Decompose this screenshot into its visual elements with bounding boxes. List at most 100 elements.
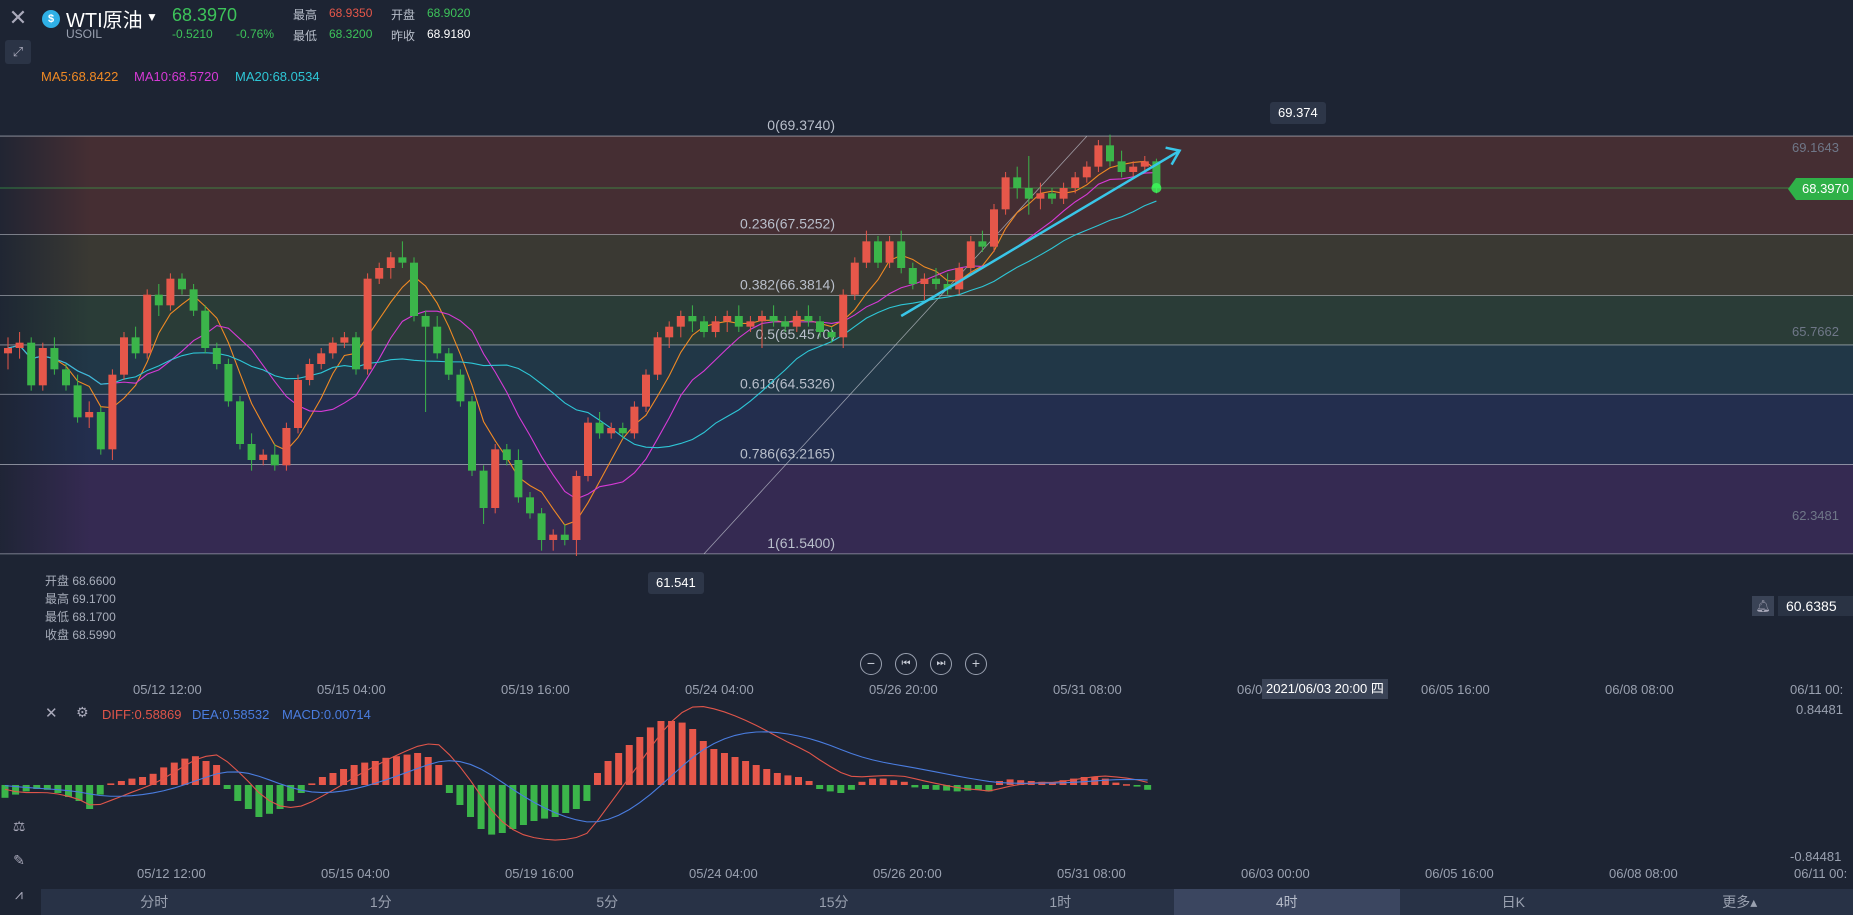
macd-bar [731, 757, 739, 785]
tab-timeframe[interactable]: 5分 [494, 889, 721, 915]
symbol-code: USOIL [66, 27, 103, 41]
step-forward-icon[interactable]: ⏭ [930, 653, 952, 675]
macd-bar [445, 785, 453, 793]
expand-icon[interactable]: ⤢ [5, 40, 31, 64]
candle [827, 332, 836, 338]
macd-bar [1122, 784, 1130, 786]
candle [1129, 166, 1138, 172]
chart-type-icon[interactable]: ⩘ [5, 880, 33, 908]
alert-price[interactable]: 60.6385 [1778, 596, 1853, 616]
symbol-dropdown-caret-icon[interactable]: ▼ [146, 10, 158, 24]
candle [85, 412, 94, 418]
candle [108, 374, 117, 450]
macd-bar [22, 785, 30, 792]
step-back-icon[interactable]: ⏮ [895, 653, 917, 675]
macd-bar [350, 765, 358, 785]
candle [920, 278, 929, 284]
candle [62, 369, 70, 386]
ohlc-high: 最高 69.1700 [45, 592, 116, 606]
candle [247, 444, 256, 460]
candle [630, 406, 639, 434]
tab-timeframe[interactable]: 日K [1400, 889, 1627, 915]
macd-bar [869, 778, 877, 785]
macd-bar [160, 767, 168, 785]
macd-bar [1048, 783, 1056, 785]
macd-bar [964, 785, 972, 791]
price-change: -0.5210 [172, 27, 213, 41]
indicator-icon[interactable]: ⚖ [5, 812, 33, 840]
prev-close-label: 昨收 [391, 29, 416, 43]
candle [305, 364, 314, 380]
candle [758, 316, 766, 322]
candle [166, 278, 175, 306]
pen-icon[interactable]: ✎ [5, 846, 33, 874]
current-price-tag: 68.3970 [1788, 178, 1853, 200]
macd-bar [541, 785, 549, 819]
macd-bar [837, 785, 845, 793]
candle [224, 364, 233, 402]
candle [27, 342, 36, 386]
macd-bar [519, 785, 527, 825]
candle [178, 278, 186, 290]
x-axis-label: 05/24 04:00 [685, 682, 754, 697]
candle [491, 449, 500, 508]
macd-axis-label: -0.84481 [1790, 849, 1842, 864]
settings-icon[interactable]: ⚙ [76, 704, 89, 721]
candle [340, 337, 349, 343]
x-axis-label: 06/08 08:00 [1605, 682, 1674, 697]
price-chart[interactable]: 0(69.3740) 0.236(67.5252) 0.382(66.3814) 0.… [0, 0, 1853, 700]
macd-chart[interactable] [0, 700, 1853, 875]
close-icon[interactable]: ✕ [5, 6, 31, 32]
tab-timeframe[interactable]: 15分 [721, 889, 948, 915]
macd-bar [625, 745, 633, 785]
macd-bar [646, 727, 654, 785]
macd-bar [139, 777, 147, 785]
macd-bar [847, 785, 855, 790]
candle [421, 316, 430, 327]
candle [1140, 161, 1149, 167]
candle [642, 374, 650, 407]
fib-label: 1(61.5400) [767, 535, 835, 551]
candle [1036, 193, 1045, 199]
macd-bar [678, 722, 686, 785]
tab-timeframe[interactable]: 1分 [268, 889, 495, 915]
macd-x-axis-label: 05/19 16:00 [505, 866, 574, 881]
ma20-legend: MA20:68.0534 [235, 69, 320, 84]
low-value: 68.3200 [329, 27, 373, 41]
candle [328, 342, 337, 354]
zoom-out-icon[interactable]: − [860, 653, 882, 675]
candle [317, 353, 326, 364]
tab-timeframe[interactable]: 更多▴ [1627, 889, 1853, 915]
tab-timeframe[interactable]: 1时 [947, 889, 1174, 915]
candle [966, 241, 975, 268]
candle [120, 337, 128, 375]
macd-bar [795, 777, 802, 785]
candle [294, 380, 302, 428]
chart-app: 0(69.3740) 0.236(67.5252) 0.382(66.3814) 0.… [0, 0, 1853, 915]
macd-value-legend: MACD:0.00714 [282, 707, 371, 722]
zoom-in-icon[interactable]: + [965, 653, 987, 675]
macd-x-axis-label: 05/26 20:00 [873, 866, 942, 881]
bell-icon[interactable]: 🔔︎ [1752, 596, 1774, 616]
candle [839, 294, 848, 338]
macd-bar [181, 758, 189, 785]
x-axis-label: 05/31 08:00 [1053, 682, 1122, 697]
candle [653, 337, 662, 375]
candle [189, 289, 198, 311]
macd-bar [921, 785, 929, 789]
tab-timeframe-active[interactable]: 4时 [1173, 889, 1400, 915]
candle [584, 422, 592, 476]
fib-zone [0, 136, 1853, 235]
candle [386, 257, 395, 268]
close-icon[interactable]: ✕ [45, 704, 58, 722]
candle [908, 268, 917, 284]
tab-timeframe[interactable]: 分时 [41, 889, 268, 915]
candle [769, 316, 778, 322]
macd-bar [1112, 782, 1120, 785]
candle [676, 316, 685, 327]
macd-bar [435, 765, 443, 785]
macd-x-axis-label: 06/03 00:00 [1241, 866, 1310, 881]
macd-bar [202, 761, 210, 785]
macd-bar [900, 781, 908, 785]
candle [618, 428, 627, 434]
